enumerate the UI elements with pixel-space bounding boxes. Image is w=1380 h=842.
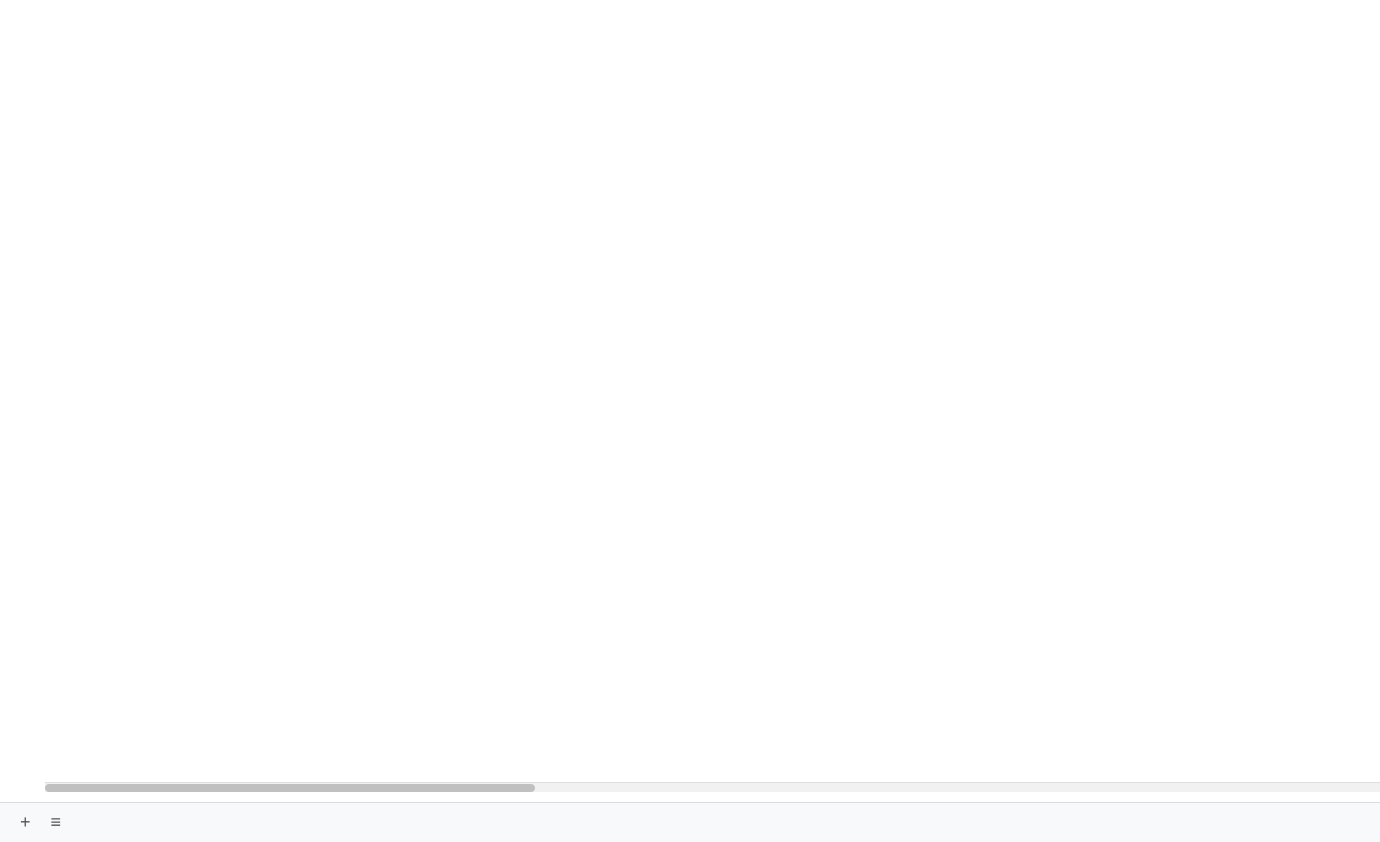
scrollbar-thumb[interactable] xyxy=(45,784,535,792)
horizontal-scrollbar[interactable] xyxy=(45,782,1380,792)
add-sheet-icon[interactable]: + xyxy=(10,812,41,833)
all-sheets-icon[interactable]: ≡ xyxy=(41,812,72,833)
grid[interactable] xyxy=(45,24,1380,779)
spreadsheet: + ≡ xyxy=(0,0,1380,842)
sheet-tabs: + ≡ xyxy=(0,802,1380,842)
